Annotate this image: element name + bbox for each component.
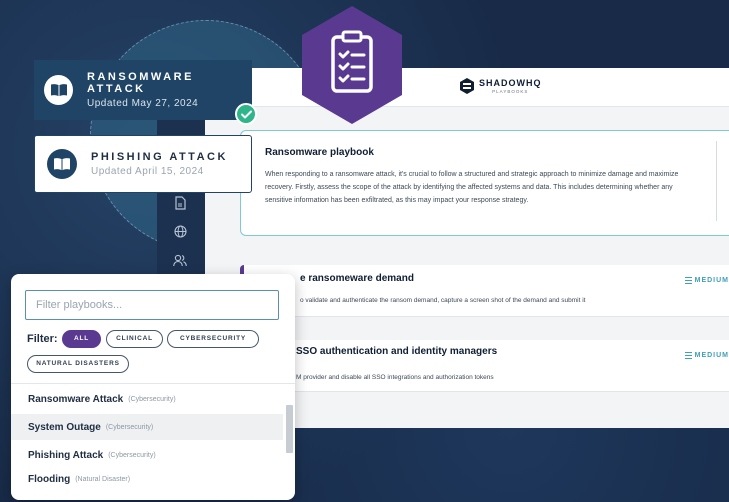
divider bbox=[11, 383, 295, 384]
attack-updated-date: Updated May 27, 2024 bbox=[87, 98, 199, 109]
playbook-category: (Cybersecurity) bbox=[108, 451, 156, 459]
filter-chip-cybersecurity[interactable]: CYBERSECURITY bbox=[167, 330, 259, 348]
step-title: SSO authentication and identity managers bbox=[296, 346, 498, 357]
step-row[interactable]: SSO authentication and identity managers… bbox=[240, 340, 729, 392]
filter-chip-all[interactable]: ALL bbox=[62, 330, 101, 348]
priority-label: MEDIUM bbox=[694, 352, 729, 359]
attack-name: RANSOMWARE ATTACK bbox=[87, 71, 194, 95]
priority-icon bbox=[684, 352, 692, 359]
playbook-description: When responding to a ransomware attack, … bbox=[265, 171, 679, 204]
filter-chip-clinical[interactable]: CLINICAL bbox=[106, 330, 163, 348]
step-description: o validate and authenticate the ransom d… bbox=[300, 297, 586, 304]
list-item[interactable]: Flooding (Natural Disaster) bbox=[11, 466, 283, 492]
attack-card-ransomware[interactable]: RANSOMWARE ATTACK Updated May 27, 2024 bbox=[34, 60, 252, 120]
divider bbox=[716, 141, 717, 221]
priority-icon bbox=[684, 277, 692, 284]
document-icon[interactable] bbox=[173, 196, 187, 210]
brand-name: SHADOWHQ bbox=[479, 78, 542, 88]
attack-name: PHISHING ATTACK bbox=[91, 151, 228, 163]
clipboard-checklist-icon bbox=[302, 6, 402, 124]
scrollbar[interactable] bbox=[286, 405, 293, 453]
playbook-category: (Cybersecurity) bbox=[105, 423, 154, 431]
checkmark-icon bbox=[235, 103, 257, 125]
list-item[interactable]: Ransomware Attack (Cybersecurity) bbox=[11, 386, 283, 412]
attack-updated-date: Updated April 15, 2024 bbox=[91, 166, 204, 177]
list-item[interactable]: System Outage (Cybersecurity) bbox=[11, 414, 283, 440]
step-title: e ransomeware demand bbox=[300, 273, 414, 284]
open-book-icon bbox=[47, 149, 77, 179]
playbook-name: System Outage bbox=[28, 421, 101, 433]
playbook-name: Phishing Attack bbox=[28, 449, 104, 461]
filter-playbooks-input[interactable] bbox=[25, 290, 279, 320]
playbook-name: Ransomware Attack bbox=[28, 393, 124, 405]
brand-logo: SHADOWHQ PLAYBOOKS bbox=[460, 78, 542, 94]
priority-badge: MEDIUM bbox=[684, 352, 729, 359]
open-book-icon bbox=[44, 75, 74, 105]
filter-panel: Filter: ALL CLINICAL CYBERSECURITY NATUR… bbox=[11, 274, 295, 500]
priority-label: MEDIUM bbox=[694, 277, 729, 284]
step-row[interactable]: e ransomeware demand o validate and auth… bbox=[240, 265, 729, 317]
priority-badge: MEDIUM bbox=[684, 277, 729, 284]
playbook-category: (Natural Disaster) bbox=[75, 475, 131, 483]
brand-subtitle: PLAYBOOKS bbox=[492, 89, 529, 94]
globe-icon[interactable] bbox=[173, 225, 187, 239]
users-icon[interactable] bbox=[173, 254, 187, 268]
shadowhq-logo-icon bbox=[460, 78, 474, 94]
filter-label: Filter: bbox=[27, 333, 58, 345]
playbook-category: (Cybersecurity) bbox=[128, 395, 176, 403]
step-description: M provider and disable all SSO integrati… bbox=[296, 374, 494, 381]
list-item[interactable]: Phishing Attack (Cybersecurity) bbox=[11, 442, 283, 468]
attack-card-phishing[interactable]: PHISHING ATTACK Updated April 15, 2024 bbox=[34, 135, 252, 193]
app-header: SHADOWHQ PLAYBOOKS bbox=[205, 68, 729, 107]
playbook-card: Ransomware playbook When responding to a… bbox=[240, 130, 729, 236]
filter-chip-natural-disasters[interactable]: NATURAL DISASTERS bbox=[27, 355, 129, 373]
playbook-title: Ransomware playbook bbox=[265, 147, 374, 158]
playbook-name: Flooding bbox=[28, 473, 71, 485]
